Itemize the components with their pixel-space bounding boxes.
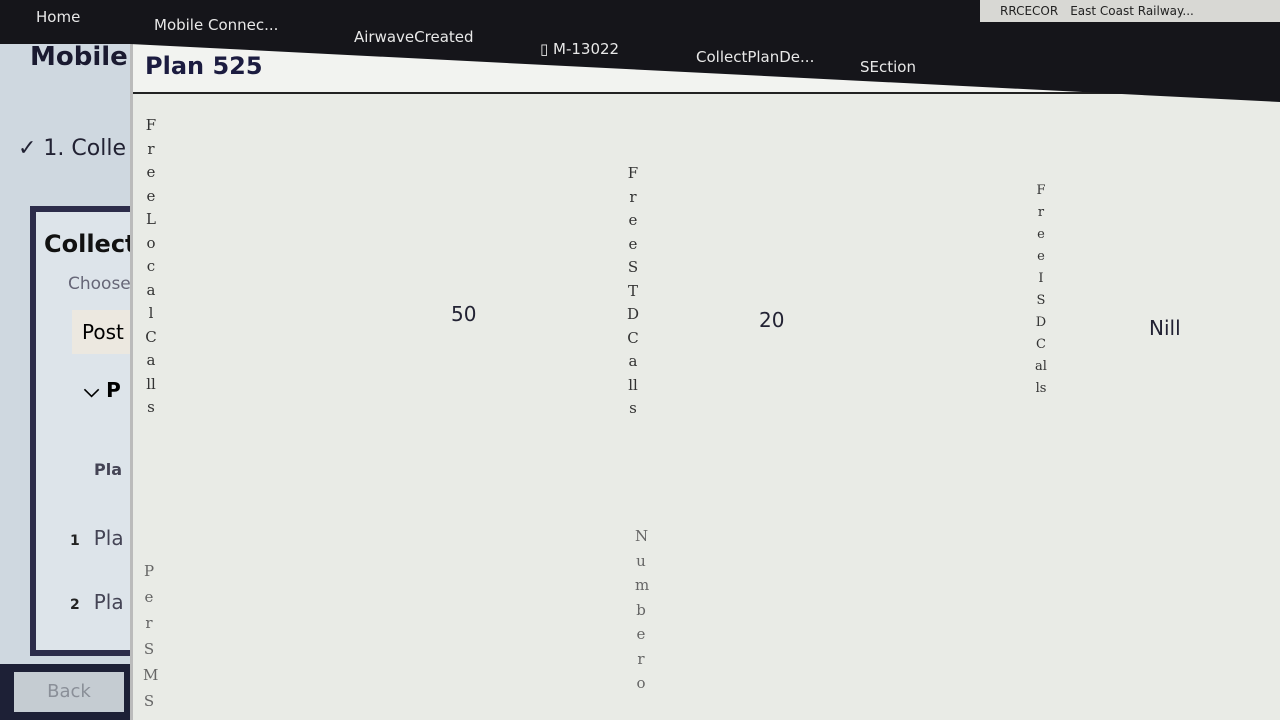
plan-column-header: Pla <box>94 460 123 479</box>
value-free-isd-calls: Nill <box>1149 316 1181 340</box>
label-free-isd-calls: FreeISDCalls <box>1035 183 1047 396</box>
tab-m13022[interactable]: ▯ M-13022 <box>540 40 619 58</box>
tab-section[interactable]: SEction <box>860 58 916 76</box>
row-label: Pla <box>93 526 124 550</box>
record-icon: ▯ <box>540 40 554 58</box>
bookmark-east-coast-railway[interactable]: East Coast Railway... <box>1070 4 1194 18</box>
step-heading[interactable]: ✓ 1. Colle <box>18 136 126 161</box>
value-free-std-calls: 20 <box>759 308 785 332</box>
label-free-std-calls: FreeSTDCalls <box>627 164 640 417</box>
tab-label: M-13022 <box>553 40 620 58</box>
plan-row[interactable]: 2 Pla <box>70 590 124 614</box>
plan-details-dialog: Plan 525 FreeLocalCalls 50 FreeSTDCalls … <box>130 42 1280 720</box>
label-per-sms: PerSMS <box>143 562 159 710</box>
row-number: 1 <box>70 533 80 549</box>
card-title: Collect <box>44 230 137 258</box>
choose-label: Choose <box>68 274 131 294</box>
section-toggle[interactable]: ⌵ P <box>84 378 121 402</box>
label-free-local-calls: FreeLocalCalls <box>145 116 157 416</box>
tab-mobile-connection[interactable]: Mobile Connec... <box>154 16 278 34</box>
tab-airwave-created[interactable]: AirwaveCreated <box>354 28 474 46</box>
row-number: 2 <box>70 597 80 613</box>
tab-collect-plan-details[interactable]: CollectPlanDe... <box>696 48 814 66</box>
page-title: Mobile <box>30 42 128 72</box>
value-free-local-calls: 50 <box>451 302 477 326</box>
tab-home[interactable]: Home <box>36 8 80 26</box>
plan-row[interactable]: 1 Pla <box>70 526 124 550</box>
label-number-of: Numbero <box>635 527 650 692</box>
back-button[interactable]: Back <box>14 672 124 712</box>
row-label: Pla <box>93 590 124 614</box>
bookmark-bar: RRCECOR East Coast Railway... <box>980 0 1280 22</box>
bookmark-rrcecor[interactable]: RRCECOR <box>1000 4 1058 18</box>
collect-card: Collect Choose Post ⌵ P Pla 1 Pla 2 Pla <box>30 206 142 656</box>
